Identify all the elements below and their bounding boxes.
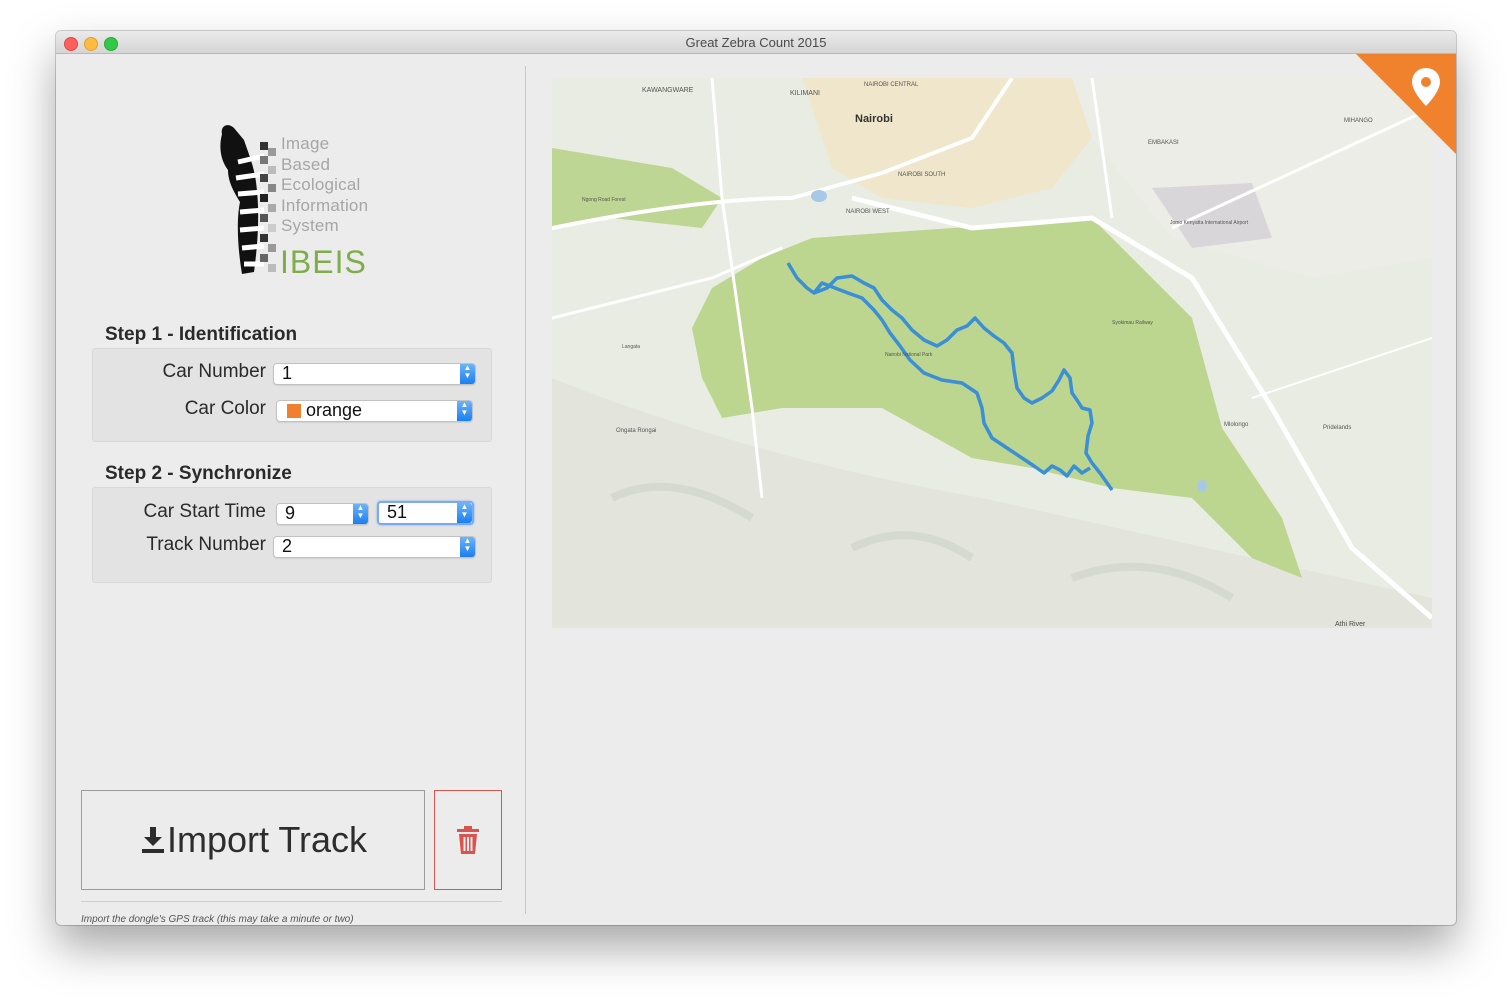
logo-line: Image: [281, 134, 330, 153]
map-label: KAWANGWARE: [642, 87, 694, 94]
import-track-button[interactable]: Import Track: [81, 790, 425, 890]
car-number-select[interactable]: 1 ▲ ▼: [273, 363, 476, 385]
step1-title: Step 1 - Identification: [105, 324, 298, 345]
panel-divider: [525, 66, 526, 914]
track-number-label: Track Number: [146, 534, 266, 555]
step2-title: Step 2 - Synchronize: [105, 463, 292, 484]
delete-track-button[interactable]: [434, 790, 502, 890]
map-label: Ongata Rongai: [616, 428, 656, 434]
track-map[interactable]: Nairobi KILIMANI KAWANGWARE NAIROBI CENT…: [552, 78, 1432, 628]
select-arrows-icon: ▲ ▼: [460, 537, 475, 557]
logo-line: System: [281, 216, 339, 235]
map-label: NAIROBI SOUTH: [898, 172, 945, 178]
track-number-select[interactable]: 2 ▲ ▼: [273, 536, 476, 558]
color-swatch: [287, 404, 301, 418]
start-hour-select[interactable]: 9 ▲ ▼: [276, 503, 369, 525]
map-label: NAIROBI CENTRAL: [864, 82, 919, 88]
logo-line: Based: [281, 154, 331, 174]
map-label: EMBAKASI: [1148, 140, 1179, 146]
import-hint: Import the dongle's GPS track (this may …: [81, 914, 354, 925]
map-label: Syokimau Railway: [1112, 320, 1153, 326]
map-label: Nairobi: [855, 113, 893, 125]
map-label: Mlolongo: [1224, 422, 1249, 428]
select-arrows-icon: ▲ ▼: [460, 364, 475, 384]
select-arrows-icon: ▲ ▼: [457, 503, 472, 523]
logo-brand: IBEIS: [280, 244, 367, 280]
car-start-time-label: Car Start Time: [143, 501, 266, 522]
track-number-value: 2: [282, 536, 293, 556]
left-panel: Image Based Ecological Information Syste…: [56, 54, 526, 925]
map-label: Ngong Road Forest: [582, 197, 626, 203]
map-label: Langata: [622, 344, 640, 350]
map-corner-badge[interactable]: [1356, 54, 1456, 154]
logo-line: Ecological: [281, 175, 361, 194]
map-label: NAIROBI WEST: [846, 209, 890, 215]
select-arrows-icon: ▲ ▼: [457, 401, 472, 421]
map-label: KILIMANI: [790, 90, 820, 97]
download-icon: [142, 827, 164, 853]
logo-line: Information: [281, 195, 369, 215]
car-number-value: 1: [282, 363, 293, 383]
start-hour-value: 9: [285, 503, 296, 523]
car-number-label: Car Number: [162, 361, 266, 382]
app-window: Great Zebra Count 2015 Image Based Ecolo…: [56, 31, 1456, 925]
logo-tagline: Image Based Ecological Information Syste…: [281, 134, 368, 237]
start-minute-value: 51: [387, 502, 408, 522]
trash-icon: [457, 826, 479, 854]
map-canvas: Nairobi KILIMANI KAWANGWARE NAIROBI CENT…: [552, 78, 1432, 628]
select-arrows-icon: ▲ ▼: [353, 504, 368, 524]
map-label: Jomo Kenyatta International Airport: [1170, 220, 1249, 226]
import-track-label: Import Track: [167, 819, 368, 860]
title-bar: Great Zebra Count 2015: [56, 31, 1456, 54]
separator: [81, 901, 502, 902]
map-label: Nairobi National Park: [885, 352, 933, 358]
map-label: Pridelands: [1323, 425, 1351, 431]
start-minute-select[interactable]: 51 ▲ ▼: [377, 501, 474, 525]
window-title: Great Zebra Count 2015: [685, 35, 827, 50]
car-color-label: Car Color: [184, 398, 266, 419]
car-color-value: orange: [306, 400, 363, 420]
car-color-select[interactable]: orange ▲ ▼: [276, 400, 473, 422]
map-label: Athi River: [1335, 621, 1366, 628]
